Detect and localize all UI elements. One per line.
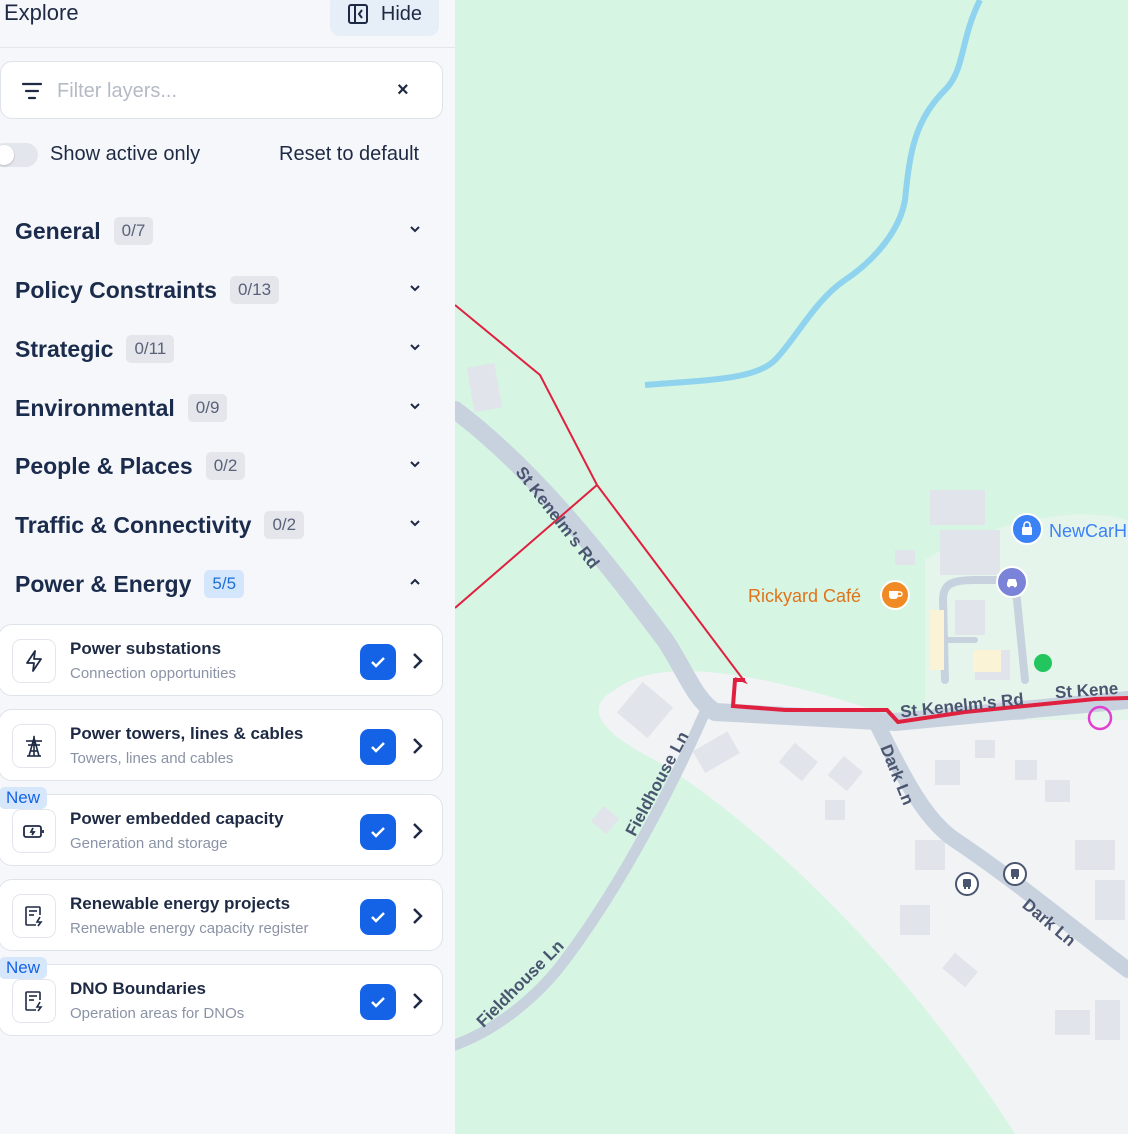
- hide-sidebar-button[interactable]: Hide: [330, 0, 439, 36]
- sidebar-title: Explore: [4, 0, 79, 25]
- layer-power-embedded-capacity[interactable]: Power embedded capacity Generation and s…: [0, 787, 443, 866]
- lightning-icon: [12, 639, 56, 683]
- category-name: Strategic: [15, 335, 114, 362]
- car-icon[interactable]: [996, 566, 1028, 598]
- map-base-layer: [455, 0, 1128, 1134]
- hide-label: Hide: [380, 2, 423, 25]
- bus-stop-icon[interactable]: [955, 872, 979, 896]
- shop-icon[interactable]: [1011, 513, 1043, 545]
- category-name: Power & Energy: [15, 570, 192, 597]
- toggle-knob: [0, 145, 14, 165]
- chevron-down-icon: [410, 344, 420, 351]
- checkmark-icon: [371, 742, 385, 753]
- category-name: Policy Constraints: [15, 276, 217, 303]
- category-name: General: [15, 217, 101, 244]
- layer-title: Power substations: [70, 639, 222, 658]
- chevron-down-icon: [410, 226, 420, 233]
- poi-label[interactable]: Rickyard Café: [748, 586, 861, 607]
- layers-sidebar: Explore Hide × Show active only Reset to…: [0, 0, 455, 1134]
- category-name: People & Places: [15, 452, 193, 479]
- chevron-up-icon: [410, 578, 420, 585]
- filter-layers-input[interactable]: [57, 76, 377, 106]
- layer-power-towers[interactable]: Power towers, lines & cables Towers, lin…: [0, 709, 443, 781]
- layer-checkbox[interactable]: [360, 814, 396, 850]
- layer-checkbox[interactable]: [360, 984, 396, 1020]
- new-badge: New: [0, 957, 48, 979]
- new-badge: New: [0, 787, 48, 809]
- layer-subtitle: Generation and storage: [70, 835, 228, 852]
- layer-checkbox[interactable]: [360, 729, 396, 765]
- layer-subtitle: Towers, lines and cables: [70, 750, 234, 767]
- category-count-badge: 0/11: [126, 335, 175, 363]
- checkmark-icon: [371, 827, 385, 838]
- category-environmental[interactable]: Environmental 0/9: [15, 388, 440, 428]
- reset-to-default-button[interactable]: Reset to default: [279, 143, 419, 166]
- category-policy-constraints[interactable]: Policy Constraints 0/13: [15, 270, 440, 310]
- layer-subtitle: Operation areas for DNOs: [70, 1005, 245, 1022]
- bus-stop-icon[interactable]: [1003, 862, 1027, 886]
- show-active-label: Show active only: [50, 143, 201, 165]
- layer-title: DNO Boundaries: [70, 979, 207, 998]
- layer-title: Power embedded capacity: [70, 809, 284, 828]
- cafe-icon[interactable]: [880, 580, 910, 610]
- chevron-down-icon: [410, 461, 420, 468]
- layer-subtitle: Connection opportunities: [70, 665, 236, 682]
- category-power-energy[interactable]: Power & Energy 5/5: [15, 564, 440, 604]
- layer-title: Power towers, lines & cables: [70, 724, 304, 743]
- category-count-badge: 0/7: [113, 217, 154, 245]
- checkmark-icon: [371, 657, 385, 668]
- chevron-right-icon[interactable]: [409, 991, 425, 1011]
- clear-filter-button[interactable]: ×: [397, 79, 409, 102]
- layer-subtitle: Renewable energy capacity register: [70, 920, 309, 937]
- checkmark-icon: [371, 997, 385, 1008]
- register-icon: [12, 894, 56, 938]
- sidebar-header: Explore Hide: [0, 0, 455, 48]
- layer-checkbox[interactable]: [360, 899, 396, 935]
- chevron-right-icon[interactable]: [409, 736, 425, 756]
- category-count-badge: 0/13: [229, 276, 280, 304]
- chevron-down-icon: [410, 520, 420, 527]
- chevron-right-icon[interactable]: [409, 821, 425, 841]
- layer-power-substations[interactable]: Power substations Connection opportuniti…: [0, 624, 443, 696]
- battery-icon: [12, 809, 56, 853]
- category-name: Environmental: [15, 394, 175, 421]
- category-count-badge: 5/5: [204, 570, 245, 598]
- layer-renewable-energy-projects[interactable]: Renewable energy projects Renewable ener…: [0, 879, 443, 951]
- map-canvas[interactable]: St Kenelm's Rd Fieldhouse Ln Fieldhouse …: [455, 0, 1128, 1134]
- register-icon: [12, 979, 56, 1023]
- chevron-down-icon: [410, 285, 420, 292]
- layer-dno-boundaries[interactable]: DNO Boundaries Operation areas for DNOs …: [0, 957, 443, 1036]
- filter-icon: [21, 82, 43, 100]
- category-name: Traffic & Connectivity: [15, 511, 252, 538]
- layer-title: Renewable energy projects: [70, 894, 291, 913]
- panel-collapse-icon: [347, 4, 368, 24]
- filter-layers-field[interactable]: ×: [0, 61, 443, 119]
- category-general[interactable]: General 0/7: [15, 211, 440, 251]
- poi-label[interactable]: NewCarH: [1049, 521, 1127, 542]
- checkmark-icon: [371, 912, 385, 923]
- category-traffic-connectivity[interactable]: Traffic & Connectivity 0/2: [15, 505, 440, 545]
- chevron-right-icon[interactable]: [409, 906, 425, 926]
- pylon-icon: [12, 724, 56, 768]
- category-count-badge: 0/9: [187, 394, 228, 422]
- chevron-down-icon: [410, 403, 420, 410]
- chevron-right-icon[interactable]: [409, 651, 425, 671]
- category-strategic[interactable]: Strategic 0/11: [15, 329, 440, 369]
- category-count-badge: 0/2: [205, 452, 246, 480]
- layer-checkbox[interactable]: [360, 644, 396, 680]
- show-active-toggle[interactable]: [0, 143, 38, 167]
- category-people-places[interactable]: People & Places 0/2: [15, 446, 440, 486]
- category-count-badge: 0/2: [264, 511, 305, 539]
